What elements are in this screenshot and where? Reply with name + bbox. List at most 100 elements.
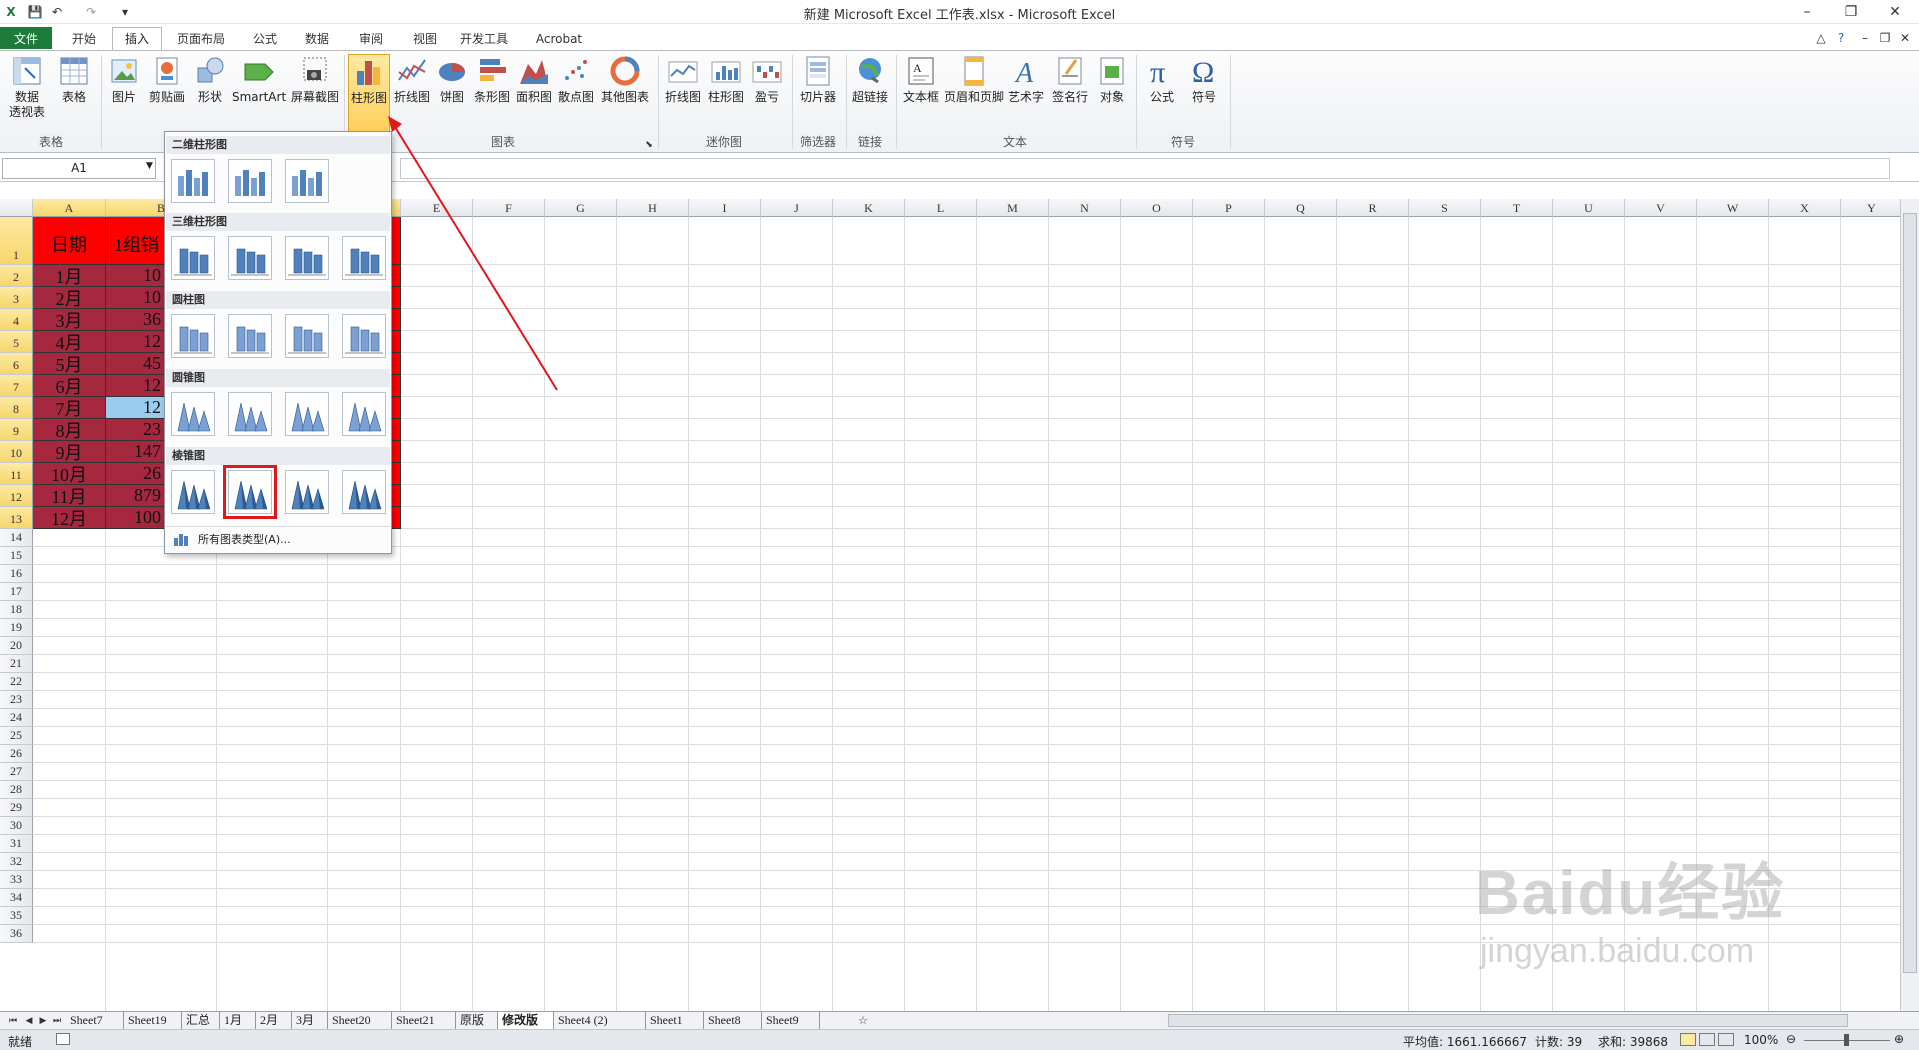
row-header[interactable]: 16: [0, 565, 33, 583]
zoom-slider-handle[interactable]: [1844, 1034, 1849, 1046]
row-header[interactable]: 6: [0, 353, 33, 375]
cone-chart-option[interactable]: [171, 392, 215, 436]
sheet-tab[interactable]: Sheet9: [762, 1012, 820, 1029]
normal-view-icon[interactable]: [1680, 1033, 1696, 1046]
column-header[interactable]: W: [1697, 199, 1769, 217]
smartart-button[interactable]: SmartArt: [232, 54, 286, 105]
row-header[interactable]: 26: [0, 745, 33, 763]
cell-month[interactable]: 12月: [33, 507, 106, 529]
cell-group1-sales[interactable]: 10: [106, 287, 166, 309]
screenshot-button[interactable]: 屏幕截图: [290, 54, 340, 105]
name-box[interactable]: A1: [2, 158, 156, 179]
row-header[interactable]: 30: [0, 817, 33, 835]
slicer-button[interactable]: 切片器: [796, 54, 840, 105]
row-header[interactable]: 33: [0, 871, 33, 889]
cell-month[interactable]: 1月: [33, 265, 106, 287]
all-chart-types-item[interactable]: 所有图表类型(A)...: [166, 526, 390, 552]
row-header[interactable]: 14: [0, 529, 33, 547]
col3d-chart-option[interactable]: [285, 236, 329, 280]
tab-acrobat[interactable]: Acrobat: [524, 27, 594, 51]
page-break-view-icon[interactable]: [1718, 1033, 1734, 1046]
column-header[interactable]: A: [33, 199, 106, 217]
row-header[interactable]: 15: [0, 547, 33, 565]
sheet-tab[interactable]: Sheet21: [392, 1012, 456, 1029]
picture-button[interactable]: 图片: [106, 54, 142, 105]
row-header[interactable]: 7: [0, 375, 33, 397]
column-header[interactable]: L: [905, 199, 977, 217]
tab-insert[interactable]: 插入: [112, 27, 162, 51]
horizontal-scrollbar[interactable]: [1160, 1012, 1880, 1029]
sheet-tab[interactable]: Sheet20: [328, 1012, 392, 1029]
pyr-chart-option[interactable]: [285, 470, 329, 514]
sheet-tab[interactable]: 2月: [256, 1012, 292, 1029]
formula-input[interactable]: [400, 158, 1890, 179]
select-all-button[interactable]: [0, 199, 33, 217]
col2d-chart-option[interactable]: [171, 159, 215, 203]
row-header[interactable]: 19: [0, 619, 33, 637]
cell-month[interactable]: 4月: [33, 331, 106, 353]
vertical-scrollbar[interactable]: [1900, 199, 1919, 1011]
pivot-table-button[interactable]: 数据 透视表: [4, 54, 50, 120]
cell-b1[interactable]: 1组销: [106, 217, 166, 265]
row-header[interactable]: 10: [0, 441, 33, 463]
cell-month[interactable]: 10月: [33, 463, 106, 485]
scatter-chart-button[interactable]: 散点图: [556, 54, 596, 105]
zoom-level[interactable]: 100%: [1744, 1033, 1778, 1047]
cone-chart-option[interactable]: [285, 392, 329, 436]
column-header[interactable]: T: [1481, 199, 1553, 217]
cell-group1-sales[interactable]: 45: [106, 353, 166, 375]
row-header[interactable]: 12: [0, 485, 33, 507]
dialog-launcher-icon[interactable]: ⬊: [640, 136, 658, 154]
text-box-button[interactable]: A 文本框: [900, 54, 942, 105]
line-chart-button[interactable]: 折线图: [392, 54, 432, 105]
cell-group1-sales[interactable]: 100: [106, 507, 166, 529]
row-header[interactable]: 17: [0, 583, 33, 601]
zoom-out-icon[interactable]: ⊖: [1786, 1032, 1796, 1046]
collapse-ribbon-icon[interactable]: △: [1812, 29, 1830, 47]
row-header[interactable]: 32: [0, 853, 33, 871]
wordart-button[interactable]: A 艺术字: [1006, 54, 1046, 105]
chevron-down-icon[interactable]: ▼: [146, 161, 153, 171]
row-header[interactable]: 28: [0, 781, 33, 799]
cell-month[interactable]: 5月: [33, 353, 106, 375]
equation-button[interactable]: π 公式: [1142, 54, 1182, 105]
hyperlink-button[interactable]: 超链接: [850, 54, 890, 105]
column-header[interactable]: R: [1337, 199, 1409, 217]
cell-group1-sales[interactable]: 12: [106, 375, 166, 397]
column-header[interactable]: K: [833, 199, 905, 217]
row-header[interactable]: 21: [0, 655, 33, 673]
restore-icon[interactable]: ❐: [1829, 0, 1873, 24]
col3d-chart-option[interactable]: [228, 236, 272, 280]
cell-group1-sales[interactable]: 12: [106, 397, 166, 419]
last-sheet-icon[interactable]: ⏭: [48, 1012, 66, 1029]
macro-record-icon[interactable]: [56, 1033, 70, 1045]
cell-month[interactable]: 9月: [33, 441, 106, 463]
pyr-chart-option-highlighted[interactable]: [223, 465, 277, 519]
cell-group1-sales[interactable]: 147: [106, 441, 166, 463]
row-header[interactable]: 9: [0, 419, 33, 441]
sheet-tab[interactable]: 修改版: [498, 1012, 554, 1029]
signature-line-button[interactable]: 签名行: [1048, 54, 1092, 105]
row-header[interactable]: 5: [0, 331, 33, 353]
col2d-chart-option[interactable]: [285, 159, 329, 203]
row-header[interactable]: 25: [0, 727, 33, 745]
row-header[interactable]: 31: [0, 835, 33, 853]
cyl-chart-option[interactable]: [285, 314, 329, 358]
cell-group1-sales[interactable]: 23: [106, 419, 166, 441]
row-header[interactable]: 18: [0, 601, 33, 619]
column-header[interactable]: M: [977, 199, 1049, 217]
h-scroll-thumb[interactable]: [1168, 1014, 1848, 1027]
insert-sheet-icon[interactable]: ☆: [854, 1012, 872, 1029]
column-header[interactable]: X: [1769, 199, 1841, 217]
pie-chart-button[interactable]: 饼图: [434, 54, 470, 105]
row-header[interactable]: 3: [0, 287, 33, 309]
column-header[interactable]: Y: [1841, 199, 1900, 217]
cell-a1[interactable]: 日期: [33, 217, 106, 265]
cell-group1-sales[interactable]: 12: [106, 331, 166, 353]
pyr-chart-option[interactable]: [342, 470, 386, 514]
tab-file[interactable]: 文件: [0, 27, 52, 49]
sheet-tab[interactable]: Sheet1: [646, 1012, 704, 1029]
cell-group1-sales[interactable]: 26: [106, 463, 166, 485]
object-button[interactable]: 对象: [1094, 54, 1130, 105]
cone-chart-option[interactable]: [228, 392, 272, 436]
